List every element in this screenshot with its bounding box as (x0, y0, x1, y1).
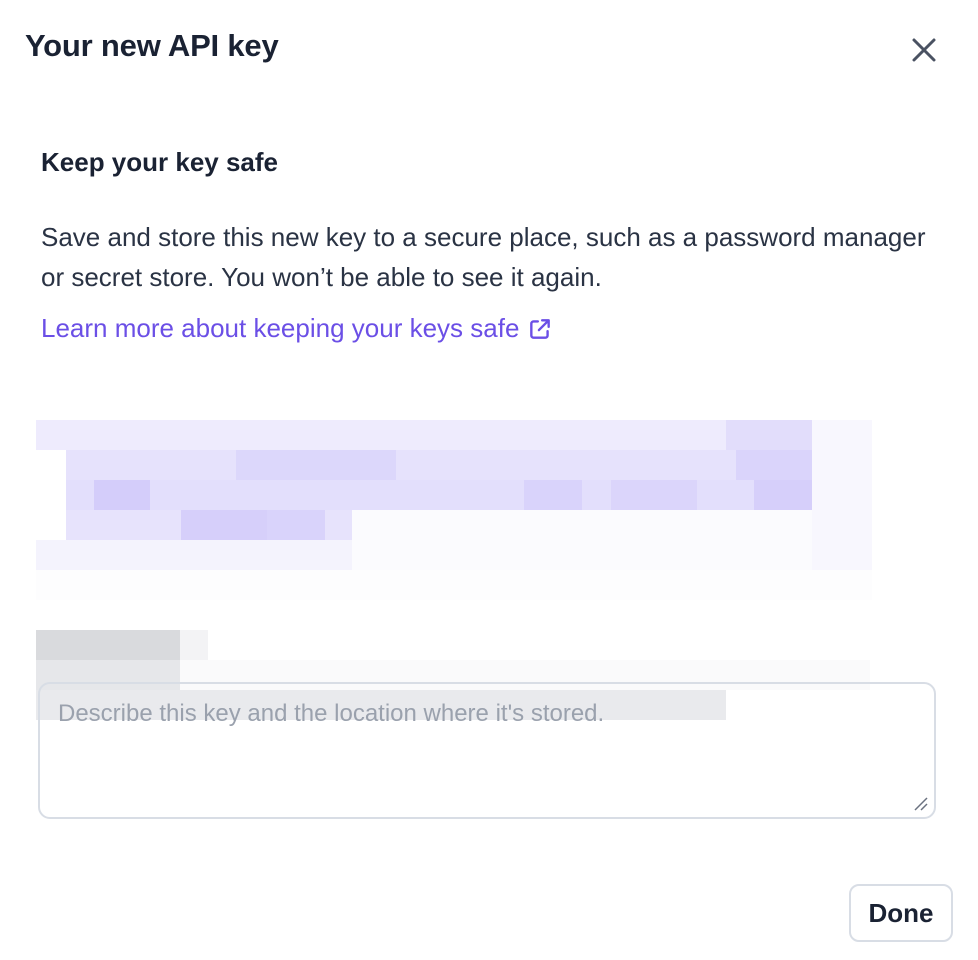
close-icon (912, 38, 936, 62)
close-button[interactable] (902, 28, 946, 72)
dialog-title: Your new API key (25, 28, 279, 63)
key-description-input[interactable] (40, 684, 934, 817)
learn-more-link-label: Learn more about keeping your keys safe (41, 313, 520, 343)
api-key-dialog: Your new API key Keep your key safe Save… (0, 0, 978, 960)
description-text: Save and store this new key to a secure … (41, 222, 926, 292)
redacted-api-key (36, 390, 872, 600)
section-heading: Keep your key safe (41, 147, 279, 177)
resize-handle-icon[interactable] (912, 795, 928, 811)
external-link-icon (530, 318, 551, 339)
done-button[interactable]: Done (849, 884, 953, 942)
learn-more-link[interactable]: Learn more about keeping your keys safe (41, 313, 553, 344)
key-description-field[interactable] (38, 682, 936, 819)
